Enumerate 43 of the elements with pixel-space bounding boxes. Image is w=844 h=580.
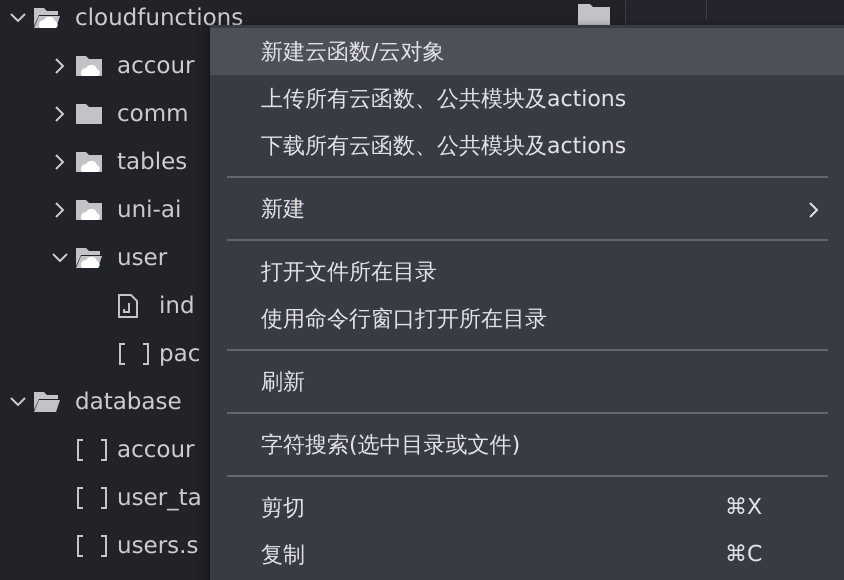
cloud-folder-icon	[76, 200, 102, 220]
file-name[interactable]: users.s	[117, 533, 198, 559]
chevron-down-icon[interactable]	[51, 252, 69, 264]
menu-item[interactable]: 刷新	[210, 358, 844, 405]
chevron-right-icon[interactable]	[54, 201, 66, 219]
cloud-folder-icon	[76, 248, 102, 268]
cloud-folder-icon	[76, 152, 102, 172]
menu-item[interactable]: 字符搜索(选中目录或文件)	[210, 421, 844, 468]
menu-item[interactable]: 复制 ⌘C	[210, 531, 844, 578]
file-name[interactable]: cloudfunctions	[75, 5, 244, 31]
brackets-icon	[76, 439, 108, 461]
file-name[interactable]: pac	[159, 341, 200, 367]
chevron-down-icon[interactable]	[9, 396, 27, 408]
shortcut-label: ⌘C	[725, 542, 762, 567]
file-name[interactable]: user_ta	[117, 485, 202, 511]
chevron-right-icon[interactable]	[54, 105, 66, 123]
brackets-icon	[118, 343, 150, 365]
shortcut-label: ⌘X	[725, 495, 762, 520]
file-name[interactable]: uni-ai	[117, 197, 182, 223]
brackets-icon	[76, 487, 108, 509]
menu-item[interactable]: 新建	[210, 185, 844, 232]
folder-icon	[76, 104, 102, 124]
file-name[interactable]: accour	[117, 53, 194, 79]
menu-item[interactable]: 使用命令行窗口打开所在目录	[210, 295, 844, 342]
file-name[interactable]: ind	[159, 293, 195, 319]
file-name[interactable]: accour	[117, 437, 194, 463]
menu-item[interactable]: 上传所有云函数、公共模块及actions	[210, 75, 844, 122]
file-icon	[118, 294, 138, 318]
chevron-down-icon[interactable]	[9, 12, 27, 24]
menu-item[interactable]: 剪切 ⌘X	[210, 484, 844, 531]
chevron-right-icon[interactable]	[54, 57, 66, 75]
menu-item[interactable]: 打开文件所在目录	[210, 248, 844, 295]
file-name[interactable]: comm	[117, 101, 189, 127]
file-name[interactable]: database	[75, 389, 182, 415]
cloud-folder-icon	[34, 8, 60, 28]
file-name[interactable]: user	[117, 245, 168, 271]
file-name[interactable]: tables	[117, 149, 188, 175]
menu-item[interactable]: 下载所有云函数、公共模块及actions	[210, 122, 844, 169]
menu-item[interactable]: 新建云函数/云对象	[210, 28, 844, 75]
cloud-folder-icon	[76, 56, 102, 76]
brackets-icon	[76, 535, 108, 557]
open-folder-icon	[34, 392, 60, 412]
chevron-right-icon[interactable]	[54, 153, 66, 171]
